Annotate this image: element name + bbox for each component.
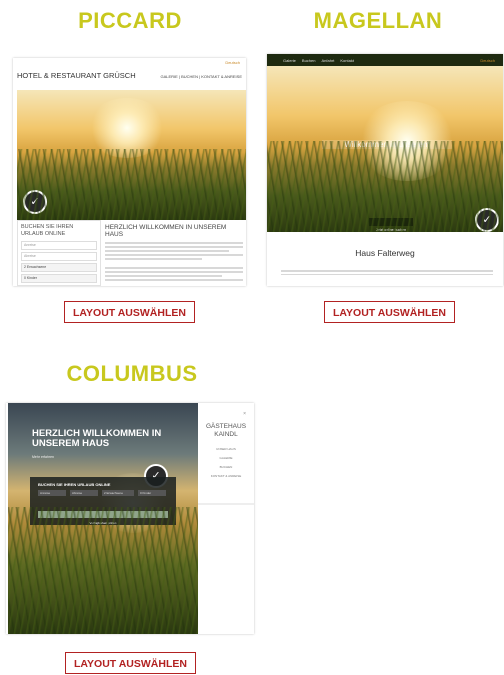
side-hotel-name: GÄSTEHAUS KAINDL [205,423,247,438]
welcome-heading: HERZLICH WILLKOMMEN IN UNSEREM HAUS [105,224,227,238]
layout-preview-magellan[interactable]: Galerie Buchen Anfahrt Kontakt Deutsch W… [267,54,503,286]
nav-anfahrt[interactable]: Anfahrt [321,58,334,63]
arrival-field[interactable]: Anreise [38,490,66,496]
select-layout-button-columbus[interactable]: LAYOUT AUSWÄHLEN [65,652,196,674]
hero-image: Willkommen in unserem Jetzt online buche… [267,66,503,232]
departure-field[interactable]: Abreise [70,490,98,496]
hotel-logo-badge: ✓ [475,208,499,232]
departure-field[interactable]: Abreise [21,252,97,261]
top-nav: GALERIE | BUCHEN | KONTAKT & ANREISE [160,74,242,79]
adults-select[interactable]: 2 Erwachsene [102,490,134,496]
side-nav-buchen[interactable]: BUCHEN [198,465,254,469]
intro-text [281,268,493,277]
welcome-section: HERZLICH WILLKOMMEN IN UNSEREM HAUS [105,224,243,283]
layout-title-magellan: MAGELLAN [313,8,443,33]
side-nav-unser-haus[interactable]: UNSER HAUS [198,447,254,451]
close-icon[interactable]: × [243,411,246,417]
hotel-name: HOTEL & RESTAURANT GRÜSCH [17,71,136,80]
book-online-button[interactable]: Jetzt online buchen [369,218,413,232]
layout-title-columbus: COLUMBUS [66,361,198,386]
side-nav-kontakt[interactable]: KONTAKT & ANREISE [198,474,254,478]
hero-headline: HERZLICH WILLKOMMEN IN UNSEREM HAUS [32,428,162,449]
arrival-field[interactable]: Anreise [21,241,97,250]
select-layout-button-magellan[interactable]: LAYOUT AUSWÄHLEN [324,301,455,323]
hero-welcome-text: Willkommen in unserem [322,140,452,149]
booking-panel: BUCHEN SIE IHREN URLAUB ONLINE Anreise A… [17,220,101,286]
booking-title: BUCHEN SIE IHREN URLAUB ONLINE [21,224,74,237]
nav-buchen[interactable]: Buchen [302,58,316,63]
side-menu: × GÄSTEHAUS KAINDL UNSER HAUS GALERIE BU… [198,403,254,634]
hero-image: ✓ [17,90,246,220]
layout-title-piccard: PICCARD [78,8,182,33]
language-label: Deutsch [225,60,240,65]
hotel-logo-badge: ✓ [23,190,47,214]
booking-panel: BUCHEN SIE IHREN URLAUB ONLINE Anreise A… [30,477,176,525]
house-name: Haus Falterweg [355,248,415,258]
check-availability-button[interactable]: Verfügbarkeit prüfen [38,511,168,525]
booking-title: BUCHEN SIE IHREN URLAUB ONLINE [38,482,111,487]
select-layout-button-piccard[interactable]: LAYOUT AUSWÄHLEN [64,301,195,323]
top-nav-bar: Galerie Buchen Anfahrt Kontakt Deutsch [267,54,503,66]
side-nav-galerie[interactable]: GALERIE [198,456,254,460]
language-label[interactable]: Deutsch [480,58,495,63]
children-select[interactable]: 0 Kinder [138,490,166,496]
adults-select[interactable]: 2 Erwachsene [21,263,97,272]
layout-preview-columbus[interactable]: HERZLICH WILLKOMMEN IN UNSEREM HAUS Mehr… [6,403,254,634]
children-select[interactable]: 0 Kinder [21,274,97,283]
child-checkbox[interactable]: Kinderplatz [38,501,53,515]
nav-galerie[interactable]: Galerie [283,58,296,63]
nav-kontakt[interactable]: Kontakt [340,58,354,63]
layout-preview-piccard[interactable]: Deutsch HOTEL & RESTAURANT GRÜSCH GALERI… [13,58,246,286]
side-divider [198,503,254,505]
hero-subtext: Mehr erfahren [32,455,54,459]
hero-image: HERZLICH WILLKOMMEN IN UNSEREM HAUS Mehr… [8,403,198,634]
